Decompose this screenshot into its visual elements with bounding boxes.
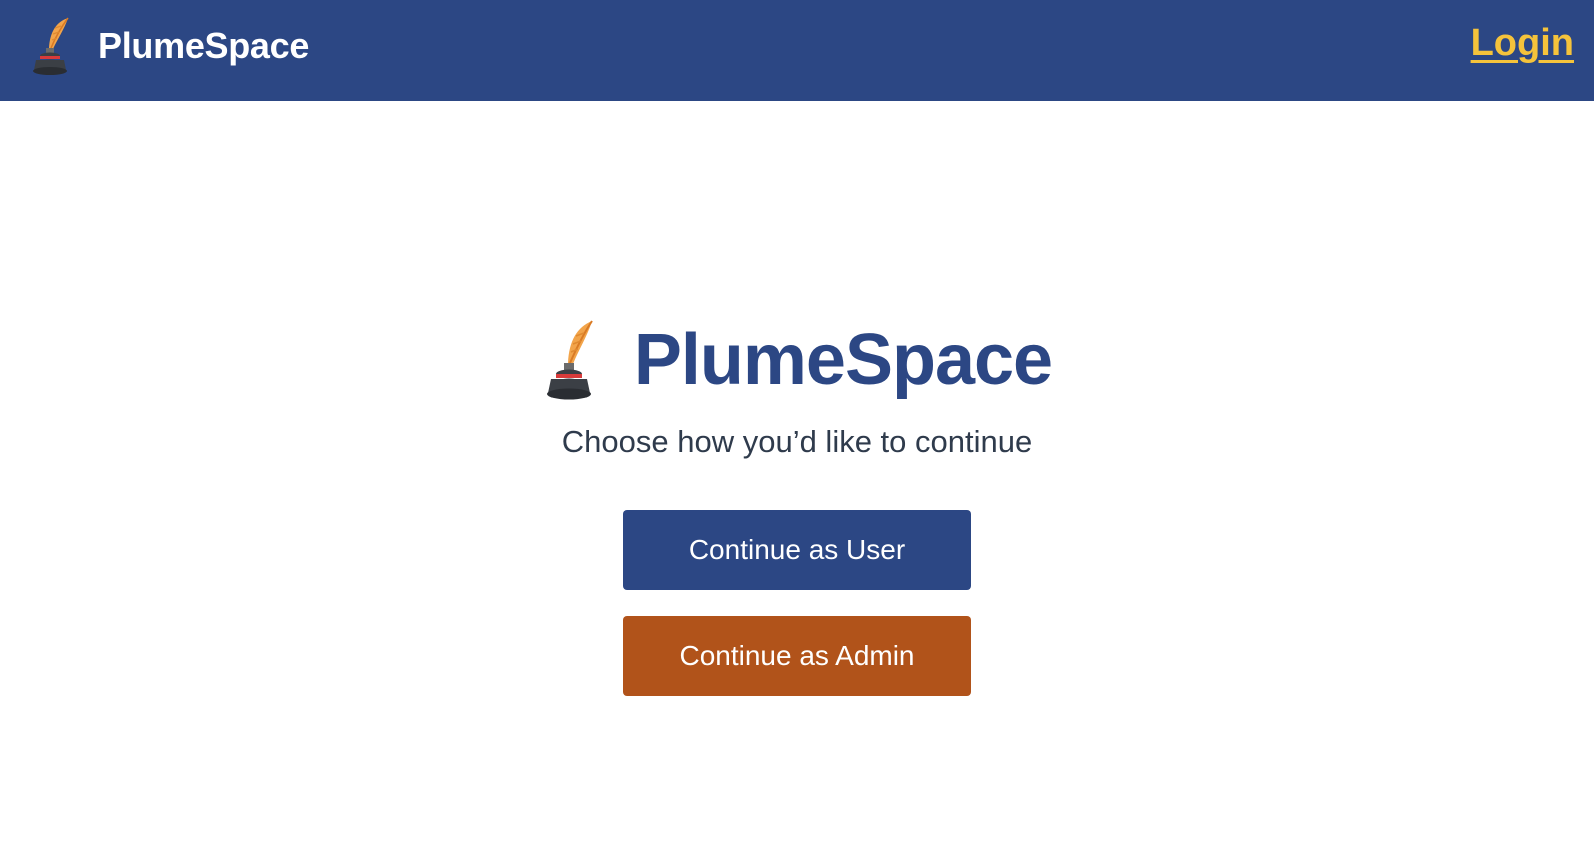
welcome-panel: PlumeSpace Choose how you’d like to cont… [0,318,1594,696]
page-title: PlumeSpace [633,320,1053,400]
hero-heading: PlumeSpace [542,318,1053,402]
login-link[interactable]: Login [1471,22,1574,65]
page-subtitle: Choose how you’d like to continue [561,424,1033,459]
continue-as-user-button[interactable]: Continue as User [623,510,971,590]
quill-inkwell-icon [33,17,69,75]
brand-name: PlumeSpace [98,25,310,66]
top-navigation-bar: PlumeSpace Login [0,0,1594,101]
brand-home-link[interactable]: PlumeSpace [28,14,309,78]
quill-inkwell-icon [546,320,593,400]
continue-as-admin-button[interactable]: Continue as Admin [623,616,971,696]
